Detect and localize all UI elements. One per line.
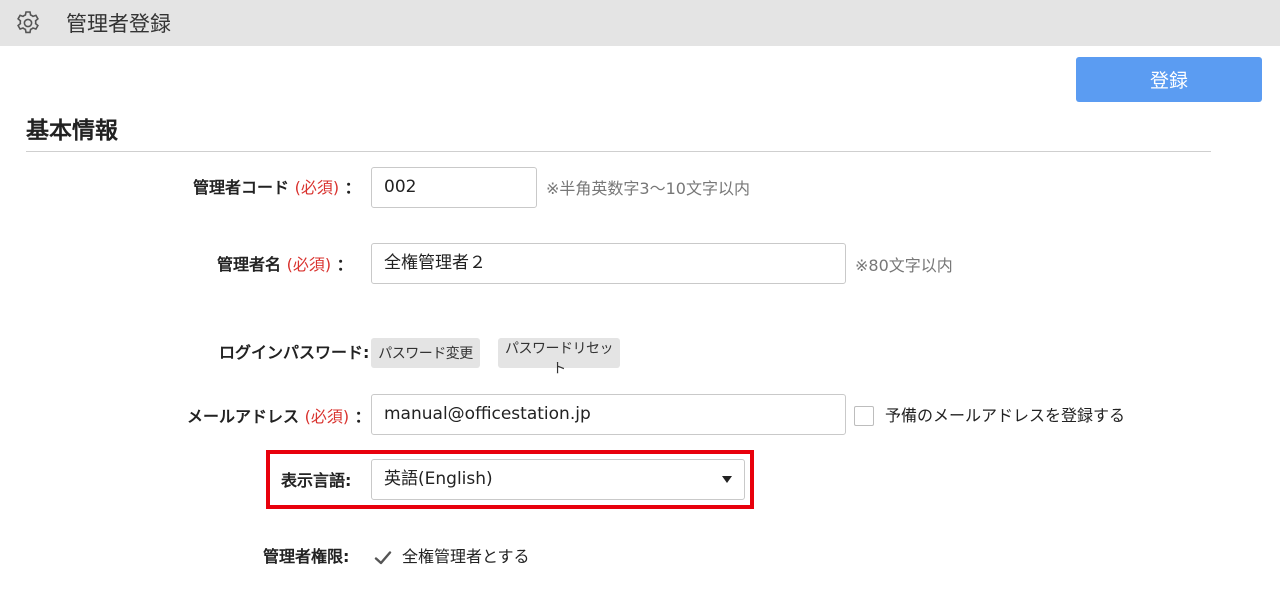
page-title: 管理者登録	[66, 12, 171, 36]
full-admin-checkbox[interactable]	[374, 549, 392, 567]
section-divider	[26, 151, 1211, 152]
label-colon: ：	[344, 178, 361, 197]
email-label: メールアドレス (必須) ：	[187, 407, 371, 427]
admin-code-label: 管理者コード (必須) ：	[193, 178, 361, 198]
admin-name-label-text: 管理者名	[217, 255, 282, 274]
email-input[interactable]: manual@officestation.jp	[371, 394, 846, 435]
admin-name-input[interactable]: 全権管理者２	[371, 243, 846, 284]
backup-email-checkbox[interactable]	[854, 406, 874, 426]
reset-password-button[interactable]: パスワードリセット	[498, 338, 620, 377]
login-password-label: ログインパスワード:	[219, 343, 370, 362]
admin-name-label: 管理者名 (必須) ：	[217, 255, 353, 275]
admin-code-note: ※半角英数字3〜10文字以内	[546, 179, 750, 198]
gear-icon[interactable]	[15, 10, 41, 36]
admin-permission-label: 管理者権限:	[263, 547, 350, 566]
required-mark: (必須)	[294, 178, 340, 197]
change-password-button[interactable]: パスワード変更	[371, 338, 480, 368]
backup-email-label: 予備のメールアドレスを登録する	[885, 406, 1126, 425]
required-mark: (必須)	[304, 407, 350, 426]
required-mark: (必須)	[286, 255, 332, 274]
highlight-box	[266, 450, 754, 509]
page-header: 管理者登録	[0, 0, 1280, 46]
label-colon: ：	[354, 407, 371, 426]
label-colon: ：	[336, 255, 353, 274]
register-button[interactable]: 登録	[1076, 57, 1262, 102]
admin-name-note: ※80文字以内	[855, 256, 953, 275]
admin-code-label-text: 管理者コード	[193, 178, 290, 197]
section-title: 基本情報	[26, 118, 118, 144]
admin-code-input[interactable]: 002	[371, 167, 537, 208]
full-admin-label: 全権管理者とする	[402, 547, 530, 566]
email-label-text: メールアドレス	[187, 407, 300, 426]
